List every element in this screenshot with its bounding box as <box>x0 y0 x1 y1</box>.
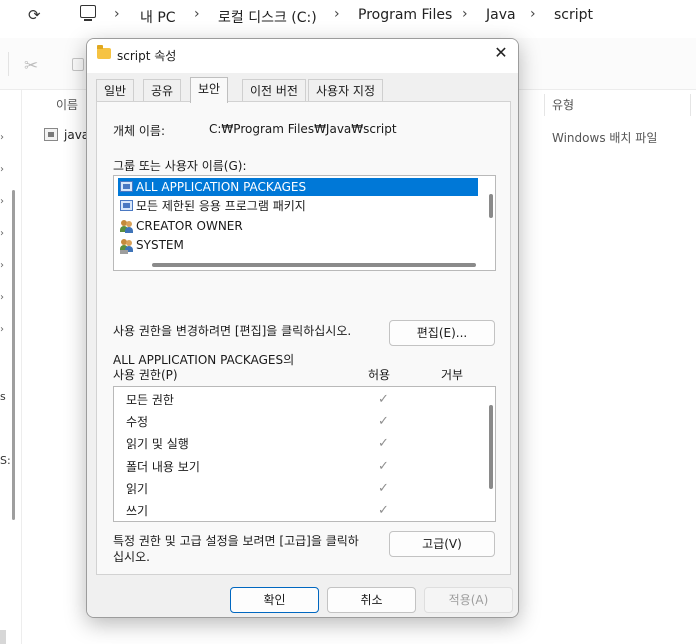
refresh-icon[interactable]: ⟳ <box>28 6 41 24</box>
permissions-listbox[interactable]: 모든 권한 ✓ 수정 ✓ 읽기 및 실행 ✓ 폴더 내용 보기 ✓ 읽기 ✓ 쓰… <box>113 386 496 522</box>
edit-button[interactable]: 편집(E)... <box>389 320 495 346</box>
permission-name: 읽기 및 실행 <box>126 437 189 451</box>
group-item-label: SYSTEM <box>136 238 184 252</box>
edit-hint: 사용 권한을 변경하려면 [편집]을 클릭하십시오. <box>113 324 352 338</box>
tab-general[interactable]: 일반 <box>96 79 135 102</box>
chevron-right-icon: › <box>530 6 536 22</box>
nav-item-fragment[interactable]: S: <box>0 454 11 467</box>
file-type: Windows 배치 파일 <box>552 131 658 145</box>
groups-listbox[interactable]: ALL APPLICATION PACKAGES 모든 제한된 응용 프로그램 … <box>113 175 496 271</box>
group-item-restricted-app-packages[interactable]: 모든 제한된 응용 프로그램 패키지 <box>118 197 306 215</box>
dialog-footer: 확인 취소 적용(A) <box>87 577 518 617</box>
partially-hidden-item <box>120 250 128 254</box>
chevron-right-icon: › <box>462 6 468 22</box>
column-header-name[interactable]: 이름 <box>56 96 78 113</box>
group-item-label: 모든 제한된 응용 프로그램 패키지 <box>136 199 306 213</box>
allow-check-icon: ✓ <box>378 392 389 407</box>
chevron-right-icon: › <box>194 6 200 22</box>
nav-scrollbar[interactable] <box>12 190 15 520</box>
allow-check-icon: ✓ <box>378 414 389 429</box>
batch-file-icon <box>44 128 58 141</box>
navigation-pane: › › › › › › › s S: <box>0 90 22 644</box>
permission-row: 쓰기 ✓ <box>126 501 389 521</box>
allow-check-icon: ✓ <box>378 503 389 518</box>
group-item-creator-owner[interactable]: CREATOR OWNER <box>118 217 243 235</box>
apply-button[interactable]: 적용(A) <box>424 587 513 613</box>
dialog-title: script 속성 <box>117 49 177 63</box>
permission-row: 읽기 ✓ <box>126 479 389 499</box>
groups-horizontal-scrollbar[interactable] <box>152 263 476 267</box>
package-icon <box>120 181 133 192</box>
tab-previous-versions[interactable]: 이전 버전 <box>242 79 306 102</box>
chevron-right-icon[interactable]: › <box>0 132 4 143</box>
folder-icon <box>97 45 111 59</box>
column-header-type[interactable]: 유형 <box>552 96 574 113</box>
allow-check-icon: ✓ <box>378 459 389 474</box>
breadcrumb-script[interactable]: script <box>554 7 593 23</box>
allow-check-icon: ✓ <box>378 436 389 451</box>
dialog-titlebar[interactable]: script 속성 ✕ <box>87 39 518 73</box>
permission-name: 읽기 <box>126 482 149 496</box>
permissions-subtitle: 사용 권한(P) <box>113 368 178 382</box>
security-tab-panel: 개체 이름: C:₩Program Files₩Java₩script 그룹 또… <box>96 101 511 575</box>
allow-column-header: 허용 <box>368 368 391 382</box>
group-item-label: CREATOR OWNER <box>136 219 243 233</box>
tab-security[interactable]: 보안 <box>190 77 229 103</box>
permission-name: 수정 <box>126 415 149 429</box>
chevron-right-icon[interactable]: › <box>0 260 4 271</box>
advanced-hint: 특정 권한 및 고급 설정을 보려면 [고급]을 클릭하 <box>113 534 359 548</box>
object-name-value: C:₩Program Files₩Java₩script <box>209 122 397 136</box>
close-button[interactable]: ✕ <box>484 39 518 69</box>
permission-name: 폴더 내용 보기 <box>126 460 200 474</box>
address-bar: ⟳ › 내 PC › 로컬 디스크 (C:) › Program Files ›… <box>0 0 696 34</box>
permissions-vertical-scrollbar[interactable] <box>489 405 493 489</box>
column-divider[interactable] <box>544 94 545 116</box>
chevron-right-icon: › <box>334 6 340 22</box>
computer-icon[interactable] <box>80 5 96 21</box>
group-item-all-app-packages[interactable]: ALL APPLICATION PACKAGES <box>118 178 478 196</box>
chevron-right-icon[interactable]: › <box>0 228 4 239</box>
copy-icon[interactable] <box>72 58 84 71</box>
scissors-icon[interactable]: ✂ <box>24 56 38 76</box>
nav-item-fragment[interactable]: s <box>0 390 6 403</box>
allow-check-icon: ✓ <box>378 481 389 496</box>
object-name-label: 개체 이름: <box>113 124 166 138</box>
breadcrumb-program-files[interactable]: Program Files <box>358 7 452 23</box>
chevron-right-icon[interactable]: › <box>0 292 4 303</box>
permission-row: 모든 권한 ✓ <box>126 390 389 410</box>
group-item-label: ALL APPLICATION PACKAGES <box>136 180 307 194</box>
breadcrumb-my-pc[interactable]: 내 PC <box>140 7 176 27</box>
nav-item-highlight <box>0 630 6 644</box>
chevron-right-icon[interactable]: › <box>0 324 4 335</box>
breadcrumb-local-disk[interactable]: 로컬 디스크 (C:) <box>218 7 317 27</box>
column-divider[interactable] <box>690 94 691 116</box>
chevron-right-icon[interactable]: › <box>0 164 4 175</box>
deny-column-header: 거부 <box>441 368 464 382</box>
permission-row: 읽기 및 실행 ✓ <box>126 434 389 454</box>
permission-name: 모든 권한 <box>126 393 174 407</box>
groups-vertical-scrollbar[interactable] <box>489 194 493 218</box>
advanced-button[interactable]: 고급(V) <box>389 531 495 557</box>
advanced-hint-continued: 십시오. <box>113 550 150 564</box>
toolbar-divider <box>8 52 9 76</box>
cancel-button[interactable]: 취소 <box>327 587 416 613</box>
permission-row: 폴더 내용 보기 ✓ <box>126 457 389 477</box>
package-icon <box>120 200 133 211</box>
permission-name: 쓰기 <box>126 504 149 518</box>
properties-dialog: script 속성 ✕ 일반 공유 보안 이전 버전 사용자 지정 개체 이름:… <box>86 38 519 618</box>
users-icon <box>120 219 134 233</box>
tab-customize[interactable]: 사용자 지정 <box>308 79 384 102</box>
breadcrumb-java[interactable]: Java <box>486 7 516 23</box>
tab-sharing[interactable]: 공유 <box>143 79 182 102</box>
groups-label: 그룹 또는 사용자 이름(G): <box>113 159 247 173</box>
chevron-right-icon[interactable]: › <box>0 196 4 207</box>
permission-row: 수정 ✓ <box>126 412 389 432</box>
chevron-right-icon: › <box>114 6 120 22</box>
ok-button[interactable]: 확인 <box>230 587 319 613</box>
